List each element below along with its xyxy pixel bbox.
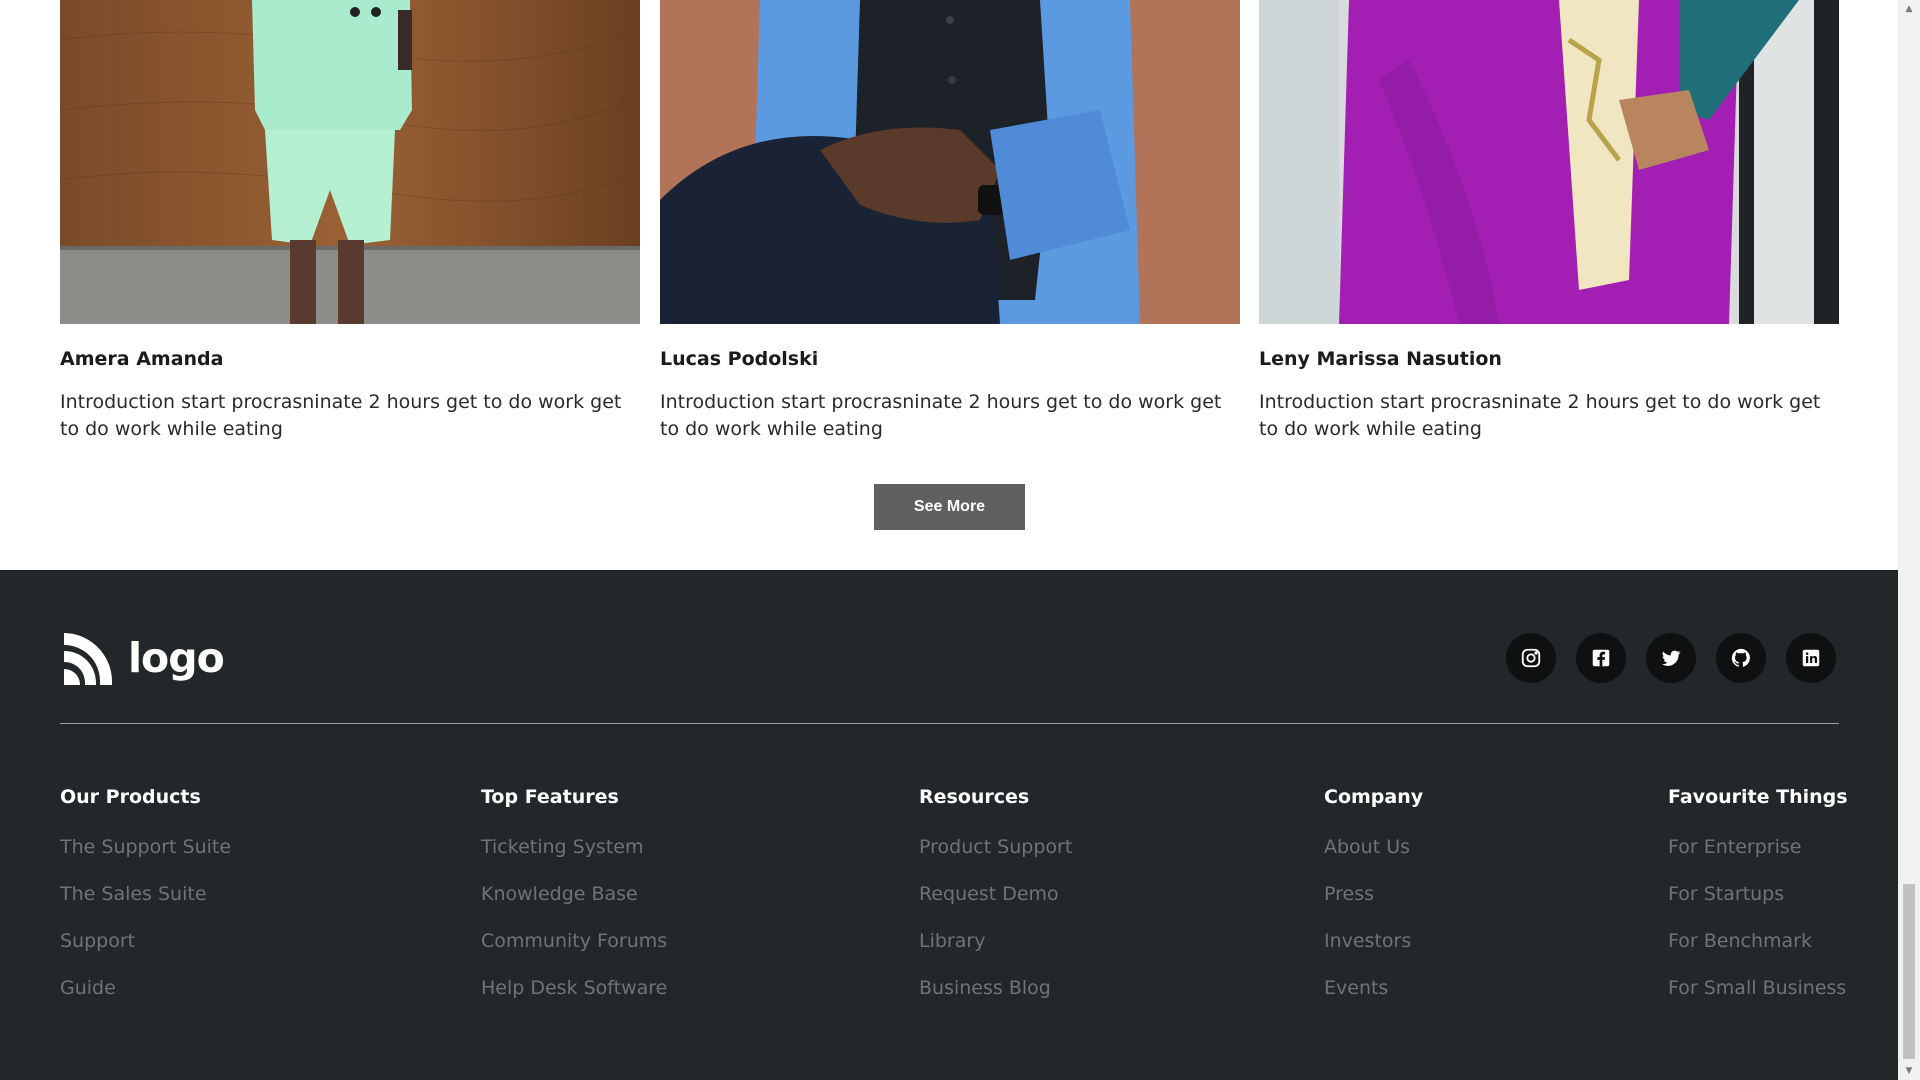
footer-link[interactable]: For Benchmark	[1668, 930, 1848, 977]
team-member-description: Introduction start procrasninate 2 hours…	[660, 391, 1222, 440]
footer-link[interactable]: Press	[1324, 883, 1423, 930]
team-member-photo	[660, 0, 1240, 324]
footer-link[interactable]: Events	[1324, 977, 1423, 1024]
footer-link[interactable]: The Support Suite	[60, 836, 231, 883]
twitter-icon[interactable]	[1646, 633, 1696, 683]
scrollbar-thumb[interactable]	[1903, 884, 1915, 1059]
footer-divider	[60, 723, 1839, 724]
footer-column-company: Company About Us Press Investors Events	[1324, 786, 1423, 1024]
footer-column-favourite-things: Favourite Things For Enterprise For Star…	[1668, 786, 1848, 1024]
footer-link[interactable]: Investors	[1324, 930, 1423, 977]
footer-column-title: Resources	[919, 786, 1030, 808]
team-member-description: Introduction start procrasninate 2 hours…	[60, 391, 622, 440]
scroll-down-arrow-icon[interactable]: ▼	[1898, 1062, 1920, 1080]
facebook-icon[interactable]	[1576, 633, 1626, 683]
footer-column-title: Company	[1324, 786, 1424, 808]
github-icon[interactable]	[1716, 633, 1766, 683]
footer: logo Our Products The Support Suite The	[0, 570, 1898, 1080]
social-links	[1506, 633, 1836, 683]
team-card: Leny Marissa Nasution Introduction start…	[1259, 0, 1839, 440]
instagram-icon[interactable]	[1506, 633, 1556, 683]
footer-link[interactable]: Guide	[60, 977, 231, 1024]
logo-mark-icon	[64, 632, 112, 685]
footer-link[interactable]: For Enterprise	[1668, 836, 1848, 883]
footer-link[interactable]: The Sales Suite	[60, 883, 231, 930]
footer-link[interactable]: Product Support	[919, 836, 1072, 883]
team-section: Amera Amanda Introduction start procrasn…	[0, 0, 1898, 570]
team-card: Lucas Podolski Introduction start procra…	[660, 0, 1240, 440]
footer-column-our-products: Our Products The Support Suite The Sales…	[60, 786, 231, 1024]
footer-link[interactable]: Business Blog	[919, 977, 1072, 1024]
footer-link[interactable]: About Us	[1324, 836, 1423, 883]
footer-column-resources: Resources Product Support Request Demo L…	[919, 786, 1072, 1024]
scroll-up-arrow-icon[interactable]: ▲	[1898, 0, 1920, 18]
team-member-photo	[1259, 0, 1839, 324]
team-member-description: Introduction start procrasninate 2 hours…	[1259, 391, 1821, 440]
footer-link[interactable]: Support	[60, 930, 231, 977]
footer-column-title: Top Features	[481, 786, 619, 808]
see-more-button[interactable]: See More	[874, 484, 1025, 530]
team-card: Amera Amanda Introduction start procrasn…	[60, 0, 640, 440]
footer-link[interactable]: Help Desk Software	[481, 977, 667, 1024]
footer-link[interactable]: Knowledge Base	[481, 883, 667, 930]
team-member-name: Leny Marissa Nasution	[1259, 348, 1502, 370]
team-member-name: Lucas Podolski	[660, 348, 819, 370]
team-member-name: Amera Amanda	[60, 348, 224, 370]
footer-column-top-features: Top Features Ticketing System Knowledge …	[481, 786, 667, 1024]
footer-link[interactable]: Library	[919, 930, 1072, 977]
vertical-scrollbar[interactable]: ▲ ▼	[1898, 0, 1920, 1080]
footer-link[interactable]: Request Demo	[919, 883, 1072, 930]
logo-text: logo	[128, 633, 225, 682]
footer-link[interactable]: Community Forums	[481, 930, 667, 977]
footer-column-title: Our Products	[60, 786, 201, 808]
footer-link[interactable]: Ticketing System	[481, 836, 667, 883]
linkedin-icon[interactable]	[1786, 633, 1836, 683]
footer-link[interactable]: For Startups	[1668, 883, 1848, 930]
team-member-photo	[60, 0, 640, 324]
footer-link[interactable]: For Small Business	[1668, 977, 1848, 1024]
footer-column-title: Favourite Things	[1668, 786, 1848, 808]
footer-logo[interactable]: logo	[60, 630, 225, 685]
